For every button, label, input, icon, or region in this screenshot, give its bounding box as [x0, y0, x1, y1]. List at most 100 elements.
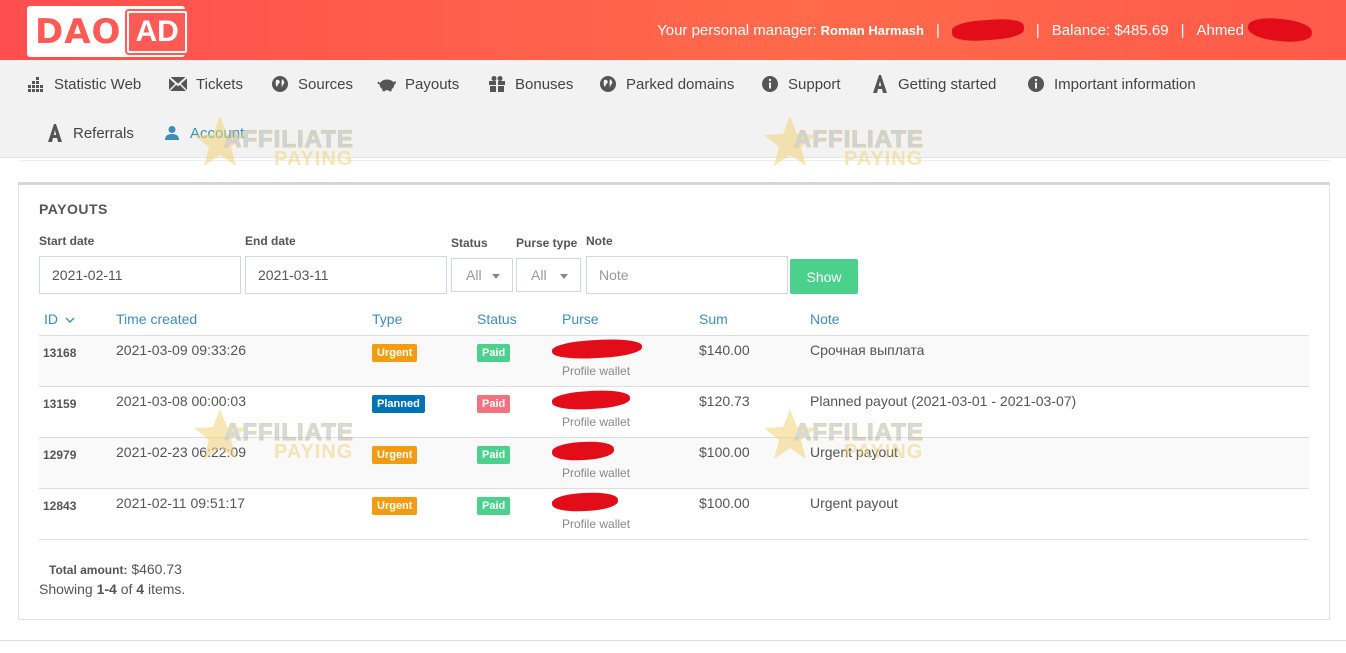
- logo-dao-text: DAO: [35, 11, 122, 52]
- purse-type-select[interactable]: All: [516, 258, 581, 292]
- cell-note: Срочная выплата: [810, 342, 925, 358]
- nav-label: Account: [190, 124, 245, 142]
- status-badge: Paid: [477, 497, 511, 515]
- cell-time: 2021-03-08 00:00:03: [116, 393, 246, 409]
- payouts-panel: PAYOUTS Start date 2021-02-11 End date 2…: [18, 182, 1330, 620]
- column-header-time-created[interactable]: Time created: [116, 311, 197, 327]
- cell-sum: $100.00: [699, 495, 750, 511]
- envelope-icon: [168, 74, 188, 94]
- main-nav: Statistic Web Tickets Sources Payouts Bo…: [0, 60, 1346, 158]
- cell-purse: Profile wallet: [562, 517, 631, 531]
- cell-id: 12843: [43, 499, 77, 513]
- nav-item-getting-started[interactable]: Getting started: [870, 74, 996, 94]
- piggy-bank-icon: [377, 74, 397, 94]
- status-select-value: All: [466, 267, 482, 283]
- nav-label: Payouts: [405, 75, 460, 93]
- redacted-mark: [551, 491, 619, 513]
- nav-item-account[interactable]: Account: [162, 123, 244, 143]
- chevron-down-icon: [65, 317, 75, 323]
- cell-time: 2021-02-23 06:22:09: [116, 444, 246, 460]
- purse-type-label: Purse type: [516, 236, 578, 250]
- type-badge: Urgent: [372, 446, 418, 464]
- bar-chart-icon: [26, 74, 46, 94]
- separator: |: [935, 21, 940, 39]
- nav-item-support[interactable]: Support: [760, 74, 841, 94]
- nav-label: Parked domains: [626, 75, 735, 93]
- cell-purse: Profile wallet: [562, 364, 631, 378]
- letter-a-icon: [870, 74, 890, 94]
- cell-sum: $100.00: [699, 444, 750, 460]
- chevron-down-icon: [492, 274, 500, 279]
- logo-ad-text: AD: [125, 8, 189, 55]
- status-label: Status: [451, 236, 488, 250]
- cell-time: 2021-02-11 09:51:17: [116, 495, 245, 511]
- gift-icon: [487, 74, 507, 94]
- note-label: Note: [586, 234, 613, 248]
- nav-item-tickets[interactable]: Tickets: [168, 74, 243, 94]
- column-header-purse[interactable]: Purse: [562, 311, 599, 327]
- nav-label: Tickets: [196, 75, 243, 93]
- pagination-summary: Showing 1-4 of 4 items.: [39, 581, 185, 597]
- cell-note: Urgent payout: [810, 495, 898, 511]
- nav-label: Getting started: [898, 75, 997, 93]
- redacted-mark: [951, 17, 1025, 43]
- type-badge: Urgent: [372, 497, 418, 515]
- header-user-info: Your personal manager: Roman Harmash | |…: [657, 15, 1313, 45]
- cell-purse: Profile wallet: [562, 466, 631, 480]
- summary-prefix: Showing: [39, 581, 93, 597]
- start-date-input[interactable]: 2021-02-11: [39, 256, 241, 294]
- status-select[interactable]: All: [451, 258, 513, 292]
- total-amount-value: $460.73: [131, 561, 182, 577]
- nav-label: Referrals: [73, 124, 134, 142]
- nav-label: Bonuses: [515, 75, 574, 93]
- table-row: 13159 2021-03-08 00:00:03 Planned Paid P…: [39, 387, 1309, 438]
- user-name[interactable]: Ahmed: [1196, 22, 1244, 39]
- nav-item-referrals[interactable]: Referrals: [45, 123, 134, 143]
- note-input[interactable]: Note: [586, 256, 788, 294]
- info-icon: [760, 74, 780, 94]
- nav-item-important-information[interactable]: Important information: [1026, 74, 1196, 94]
- total-amount: Total amount: $460.73: [49, 561, 182, 577]
- redacted-mark: [551, 440, 615, 462]
- cell-id: 13159: [43, 397, 77, 411]
- column-header-status[interactable]: Status: [477, 311, 517, 327]
- column-header-id[interactable]: ID: [44, 311, 75, 327]
- purse-select-value: All: [531, 267, 547, 283]
- nav-item-sources[interactable]: Sources: [270, 74, 353, 94]
- nav-label: Statistic Web: [54, 75, 142, 93]
- cell-time: 2021-03-09 09:33:26: [116, 342, 246, 358]
- end-date-input[interactable]: 2021-03-11: [245, 256, 447, 294]
- separator: |: [1180, 21, 1185, 39]
- nav-item-bonuses[interactable]: Bonuses: [487, 74, 573, 94]
- nav-item-parked-domains[interactable]: Parked domains: [598, 74, 734, 94]
- nav-label: Support: [788, 75, 841, 93]
- footer-divider: [0, 640, 1346, 641]
- column-header-note[interactable]: Note: [810, 311, 840, 327]
- summary-suffix: items.: [147, 581, 186, 597]
- column-header-sum[interactable]: Sum: [699, 311, 728, 327]
- status-badge: Paid: [477, 344, 511, 362]
- redacted-mark: [1247, 15, 1313, 45]
- summary-count: 4: [136, 581, 145, 597]
- redacted-mark: [551, 388, 631, 412]
- column-header-type[interactable]: Type: [372, 311, 402, 327]
- start-date-label: Start date: [39, 234, 95, 248]
- cell-id: 12979: [43, 448, 77, 462]
- cell-sum: $120.73: [699, 393, 750, 409]
- column-header-label: ID: [44, 311, 58, 327]
- total-amount-label: Total amount:: [49, 563, 128, 577]
- manager-name[interactable]: Roman Harmash: [821, 23, 924, 38]
- redacted-mark: [551, 337, 643, 361]
- end-date-label: End date: [245, 234, 296, 248]
- show-button[interactable]: Show: [790, 259, 858, 294]
- separator: |: [1035, 21, 1040, 39]
- user-icon: [162, 123, 182, 143]
- balance: Balance: $485.69: [1051, 21, 1169, 39]
- nav-item-payouts[interactable]: Payouts: [377, 74, 459, 94]
- manager-label: Your personal manager:: [657, 21, 817, 39]
- globe-icon: [598, 74, 618, 94]
- status-badge: Paid: [477, 395, 511, 413]
- logo[interactable]: DAO AD: [27, 6, 189, 57]
- nav-item-statistic-web[interactable]: Statistic Web: [26, 74, 141, 94]
- letter-a-icon: [45, 123, 65, 143]
